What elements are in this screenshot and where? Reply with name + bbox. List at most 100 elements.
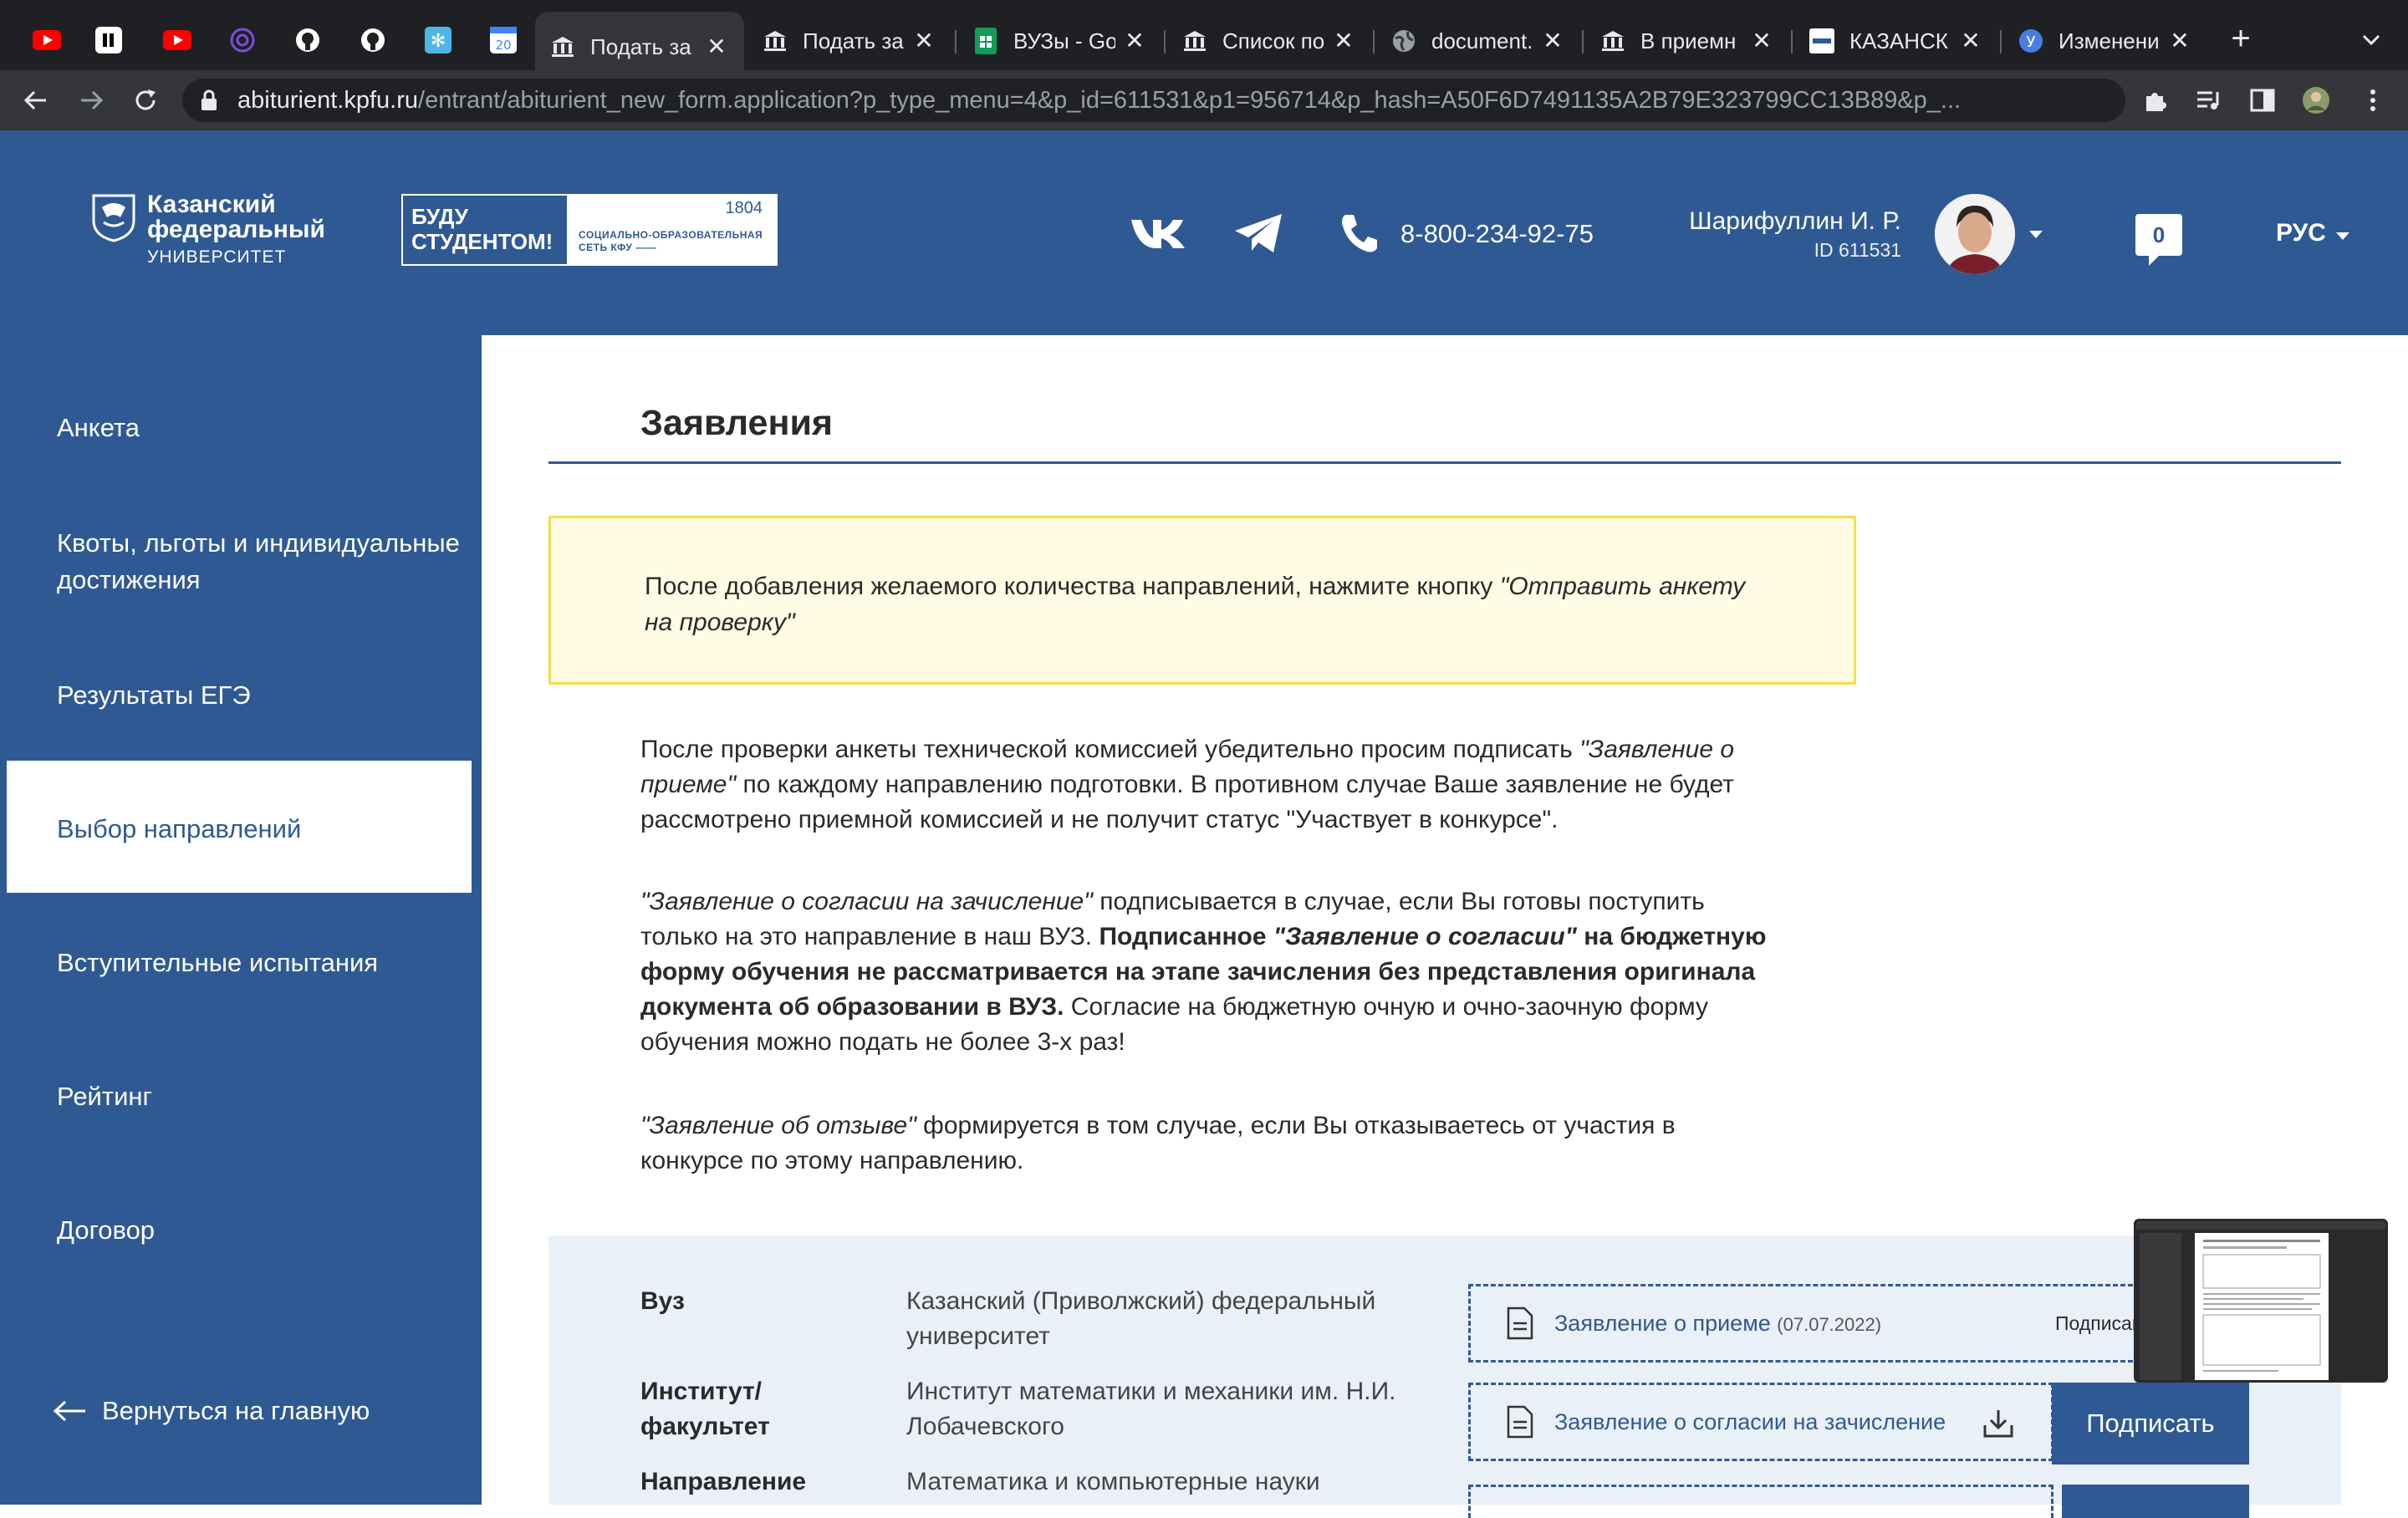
user-name[interactable]: Шарифуллин И. Р. [1672,207,1901,236]
logo-line1: Казанский [147,191,276,218]
vk-icon[interactable] [1129,212,1187,254]
sidebar-item-anketa[interactable]: Анкета [57,410,467,446]
close-tab-icon[interactable]: ✕ [704,34,729,59]
profile-avatar-icon[interactable] [2298,82,2334,119]
user-menu-caret-icon[interactable] [2029,231,2043,238]
back-icon[interactable] [17,82,54,119]
svg-text:20: 20 [495,38,511,53]
youtube-tab-icon[interactable] [162,25,192,55]
title-divider [548,461,2341,464]
tab-search-icon[interactable] [2356,25,2386,55]
logo-line2: федеральный [147,216,325,243]
snowflake-tab-icon[interactable]: ✻ [423,25,453,55]
close-tab-icon[interactable]: ✕ [1540,28,1565,53]
user-id: ID 611531 [1814,239,1901,261]
youtube-tab-icon[interactable] [32,25,62,55]
university-tab-icon [763,28,788,53]
pip-preview-window[interactable] [2134,1219,2388,1383]
new-tab-icon[interactable]: + [2226,20,2256,57]
value-institute: Институт математики и механики им. Н.И. … [906,1378,1396,1440]
kazan-tab-icon [1809,28,1834,53]
document-icon [1507,1405,1533,1439]
sidebar-item-exams[interactable]: Вступительные испытания [57,945,467,981]
sidebar [0,335,482,1505]
sidebar-item-quotas[interactable]: Квоты, льготы и индивидуальные достижени… [57,525,467,599]
tab[interactable]: Подать за ✕ [747,15,951,67]
info-paragraph-1: После проверки анкеты технической комисс… [640,736,1735,833]
label-institute: Институт/ факультет [640,1378,770,1440]
notice-box: После добавления желаемого количества на… [548,516,1856,685]
sidebar-item-contract[interactable]: Договор [57,1212,467,1249]
tab[interactable]: document. ✕ [1376,15,1580,67]
doc-withdrawal-application[interactable] [1468,1485,2053,1518]
budu-studentom-banner[interactable]: БУДУ СТУДЕНТОМ! 1804 СОЦИАЛЬНО-ОБРАЗОВАТ… [401,194,778,266]
language-caret-icon[interactable] [2336,232,2349,240]
tab-title: КАЗАНСК [1849,28,1948,53]
tab[interactable]: КАЗАНСК ✕ [1794,15,1998,67]
tab[interactable]: У Изменени ✕ [2003,15,2207,67]
close-tab-icon[interactable]: ✕ [1749,28,1774,53]
notifications-badge[interactable]: 0 [2135,214,2182,266]
document-icon [1507,1307,1533,1340]
back-link-label: Вернуться на главную [102,1396,370,1425]
banner-line1: БУДУ [411,204,468,229]
close-tab-icon[interactable]: ✕ [1122,28,1147,53]
forward-icon[interactable] [74,82,110,119]
close-tab-icon[interactable]: ✕ [1331,28,1356,53]
back-to-main-link[interactable]: Вернуться на главную [52,1396,370,1426]
sidebar-item-directions[interactable]: Выбор направлений [57,811,467,848]
github-tab-icon[interactable] [293,25,323,55]
doc2-label: Заявление о согласии на зачисление [1554,1408,1946,1434]
sidebar-item-rating[interactable]: Рейтинг [57,1078,467,1115]
tab-title: В приемн [1640,28,1737,53]
doc1-label: Заявление о приеме [1554,1310,1771,1336]
value-direction: Математика и компьютерные науки [906,1468,1320,1495]
svg-text:У: У [2027,33,2036,51]
tab-title: ВУЗы - Go [1013,28,1115,53]
telegram-icon[interactable] [1232,211,1284,256]
sidebar-item-ege-results[interactable]: Результаты ЕГЭ [57,677,467,714]
notice-text: После добавления желаемого количества на… [645,573,1746,636]
sign-button[interactable]: Подписать [2052,1383,2249,1465]
page-title: Заявления [640,403,833,443]
tab-title: Подать за [590,33,691,59]
value-university: Казанский (Приволжский) федеральный унив… [906,1287,1376,1350]
pinned-tab-icon[interactable] [94,25,124,55]
media-controls-icon[interactable] [2191,82,2227,119]
kfu-logo[interactable]: Казанский федеральный УНИВЕРСИТЕТ [90,192,325,267]
svg-text:✻: ✻ [431,31,446,52]
tab[interactable]: Список по ✕ [1167,15,1371,67]
site-header [0,130,2408,335]
tab[interactable]: ВУЗы - Go ✕ [958,15,1162,67]
lock-icon[interactable] [199,89,219,116]
close-tab-icon[interactable]: ✕ [1958,28,1983,53]
reload-icon[interactable] [127,82,164,119]
avatar[interactable] [1935,194,2015,274]
calendar-tab-icon[interactable]: 20 [488,25,518,55]
extensions-icon[interactable] [2137,82,2174,119]
banner-soc-line2: СЕТЬ КФУ —— [579,242,657,253]
close-tab-icon[interactable]: ✕ [911,28,936,53]
arrow-left-icon [53,1400,85,1422]
phone-number[interactable]: 8-800-234-92-75 [1400,219,1594,249]
phone-icon[interactable] [1338,211,1380,256]
doc-consent-application[interactable]: Заявление о согласии на зачисление [1468,1383,2053,1461]
banner-year: 1804 [725,199,763,217]
globe-tab-icon [1391,28,1416,53]
close-tab-icon[interactable]: ✕ [2167,28,2192,53]
logo-line3: УНИВЕРСИТЕТ [147,247,287,267]
download-icon[interactable] [1982,1408,2014,1439]
secondary-action-button[interactable] [2062,1485,2249,1518]
tab[interactable]: В приемн ✕ [1585,15,1789,67]
tor-tab-icon[interactable] [227,25,258,55]
university-tab-icon [1182,28,1207,53]
language-selector[interactable]: РУС [2276,219,2326,247]
university-tab-icon [550,34,575,59]
menu-kebab-icon[interactable] [2354,82,2391,119]
address-bar[interactable]: abiturient.kpfu.ru/entrant/abiturient_ne… [182,79,2125,122]
info-paragraph-2: "Заявление о согласии на зачисление" под… [640,888,1767,1056]
banner-soc-line1: СОЦИАЛЬНО-ОБРАЗОВАТЕЛЬНАЯ [579,229,763,241]
info-paragraph-3: "Заявление об отзыве" формируется в том … [640,1112,1676,1174]
side-panel-icon[interactable] [2244,82,2281,119]
github-tab-icon[interactable] [358,25,388,55]
